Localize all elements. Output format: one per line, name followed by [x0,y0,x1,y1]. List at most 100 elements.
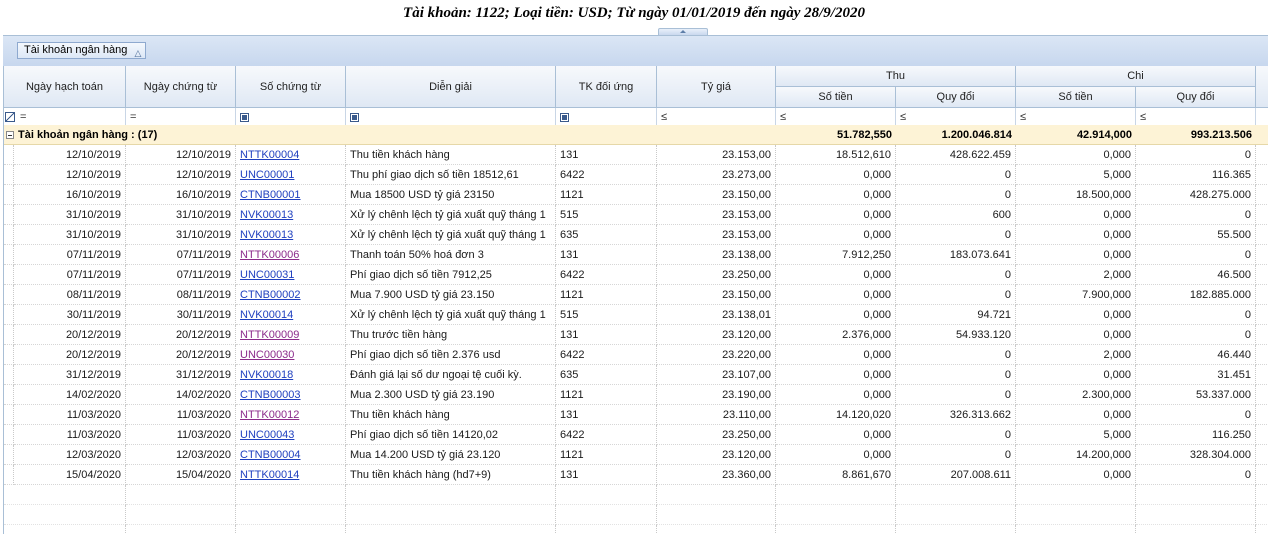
collapse-group-icon[interactable] [6,131,14,139]
cell-so-chung-tu-link[interactable]: NTTK00004 [236,145,346,165]
cell-tk-doi-ung: 1121 [556,185,657,205]
col-header-thu-quy-doi[interactable]: Quy đổi [896,87,1016,108]
col-header-ngay-chung-tu[interactable]: Ngày chứng từ [126,66,236,108]
voucher-link[interactable]: UNC00001 [240,169,294,181]
voucher-link[interactable]: UNC00043 [240,429,294,441]
col-header-dien-giai[interactable]: Diễn giải [346,66,556,108]
col-header-chi-quy-doi[interactable]: Quy đổi [1136,87,1256,108]
cell-so-chung-tu-link[interactable]: NVK00014 [236,305,346,325]
empty-cell [236,485,346,505]
group-total-chi-quy-doi: 993.213.506 [1190,129,1252,141]
voucher-link[interactable]: NTTK00004 [240,149,299,161]
group-summary-row[interactable]: Tài khoản ngân hàng : (17) 51.782,550 1.… [4,125,1268,145]
clear-filter-icon[interactable] [5,112,15,122]
filter-operator-le[interactable]: ≤ [661,111,667,123]
filter-operator-eq[interactable]: = [130,111,136,123]
table-row[interactable]: 12/03/2020 12/03/2020 CTNB00004 Mua 14.200 … [4,445,1268,465]
cell-chi-quy-doi: 116.365 [1136,165,1256,185]
cell-dien-giai: Mua 2.300 USD tỷ giá 23.190 [346,385,556,405]
table-row[interactable]: 15/04/2020 15/04/2020 NTTK00014 Thu tiền kh… [4,465,1268,485]
voucher-link[interactable]: CTNB00002 [240,289,301,301]
filter-contains-icon[interactable] [350,113,359,122]
cell-ngay-chung-tu: 11/03/2020 [126,405,236,425]
table-row[interactable]: 14/02/2020 14/02/2020 CTNB00003 Mua 2.300 U… [4,385,1268,405]
table-row[interactable]: 11/03/2020 11/03/2020 UNC00043 Phí giao dịc… [4,425,1268,445]
cell-so-chung-tu-link[interactable]: CTNB00004 [236,445,346,465]
group-by-panel: Tài khoản ngân hàng △ [3,35,1268,66]
voucher-link[interactable]: NTTK00014 [240,469,299,481]
group-by-chip-bank-account[interactable]: Tài khoản ngân hàng △ [17,42,147,61]
cell-so-chung-tu-link[interactable]: UNC00001 [236,165,346,185]
voucher-link[interactable]: NVK00018 [240,369,293,381]
table-row[interactable]: 12/10/2019 12/10/2019 NTTK00004 Thu tiền kh… [4,145,1268,165]
cell-so-chung-tu-link[interactable]: CTNB00002 [236,285,346,305]
cell-thu-quy-doi: 0 [896,225,1016,245]
cell-so-chung-tu-link[interactable]: NVK00013 [236,225,346,245]
table-row[interactable]: 31/12/2019 31/12/2019 NVK00018 Đánh giá lại… [4,365,1268,385]
cell-so-chung-tu-link[interactable]: NVK00013 [236,205,346,225]
voucher-link[interactable]: CTNB00001 [240,189,301,201]
cell-so-chung-tu-link[interactable]: UNC00043 [236,425,346,445]
col-header-thu-so-tien[interactable]: Số tiền [776,87,896,108]
empty-cell [556,505,657,525]
collapse-arrow-icon [680,30,686,33]
col-header-ngay-hach-toan[interactable]: Ngày hạch toán [4,66,126,108]
table-row[interactable]: 07/11/2019 07/11/2019 NTTK00006 Thanh toán … [4,245,1268,265]
cell-so-chung-tu-link[interactable]: CTNB00001 [236,185,346,205]
voucher-link[interactable]: NTTK00009 [240,329,299,341]
cell-ngay-chung-tu: 31/10/2019 [126,205,236,225]
voucher-link[interactable]: NTTK00006 [240,249,299,261]
row-indent [4,425,14,445]
cell-ngay-chung-tu: 08/11/2019 [126,285,236,305]
col-header-ty-gia[interactable]: Tỷ giá [657,66,776,108]
empty-cell [1016,485,1136,505]
cell-so-chung-tu-link[interactable]: CTNB00003 [236,385,346,405]
cell-so-chung-tu-link[interactable]: NTTK00012 [236,405,346,425]
voucher-link[interactable]: NVK00013 [240,209,293,221]
voucher-link[interactable]: CTNB00004 [240,449,301,461]
col-header-chi-so-tien[interactable]: Số tiền [1016,87,1136,108]
cell-so-chung-tu-link[interactable]: UNC00031 [236,265,346,285]
cell-ty-gia: 23.250,00 [657,265,776,285]
collapse-panel-handle[interactable] [658,28,708,35]
voucher-link[interactable]: UNC00031 [240,269,294,281]
cell-so-chung-tu-link[interactable]: UNC00030 [236,345,346,365]
cell-tk-doi-ung: 635 [556,365,657,385]
voucher-link[interactable]: NTTK00012 [240,409,299,421]
table-row[interactable]: 07/11/2019 07/11/2019 UNC00031 Phí giao dịc… [4,265,1268,285]
table-row[interactable]: 11/03/2020 11/03/2020 NTTK00012 Thu tiền kh… [4,405,1268,425]
voucher-link[interactable]: UNC00030 [240,349,294,361]
cell-chi-so-tien: 0,000 [1016,365,1136,385]
table-row[interactable]: 31/10/2019 31/10/2019 NVK00013 Xử lý chênh … [4,205,1268,225]
col-header-so-chung-tu[interactable]: Số chứng từ [236,66,346,108]
table-row[interactable]: 12/10/2019 12/10/2019 UNC00001 Thu phí giao… [4,165,1268,185]
filter-operator-le[interactable]: ≤ [1140,111,1146,123]
filter-operator-eq[interactable]: = [20,111,26,123]
cell-thu-so-tien: 0,000 [776,265,896,285]
voucher-link[interactable]: NVK00014 [240,309,293,321]
filter-contains-icon[interactable] [560,113,569,122]
cell-so-chung-tu-link[interactable]: NTTK00009 [236,325,346,345]
cell-so-chung-tu-link[interactable]: NVK00018 [236,365,346,385]
table-row[interactable]: 20/12/2019 20/12/2019 NTTK00009 Thu trước t… [4,325,1268,345]
empty-cell [657,505,776,525]
filter-operator-le[interactable]: ≤ [1020,111,1026,123]
empty-cell [346,525,556,534]
cell-thu-so-tien: 0,000 [776,365,896,385]
table-row[interactable]: 08/11/2019 08/11/2019 CTNB00002 Mua 7.900 U… [4,285,1268,305]
sort-ascending-icon[interactable]: △ [134,46,141,61]
table-row[interactable]: 16/10/2019 16/10/2019 CTNB00001 Mua 18500 U… [4,185,1268,205]
table-row[interactable]: 20/12/2019 20/12/2019 UNC00030 Phí giao dịc… [4,345,1268,365]
col-header-tk-doi-ung[interactable]: TK đối ứng [556,66,657,108]
voucher-link[interactable]: NVK00013 [240,229,293,241]
cell-ty-gia: 23.190,00 [657,385,776,405]
table-row[interactable]: 30/11/2019 30/11/2019 NVK00014 Xử lý chênh … [4,305,1268,325]
filter-contains-icon[interactable] [240,113,249,122]
filter-operator-le[interactable]: ≤ [780,111,786,123]
table-row[interactable]: 31/10/2019 31/10/2019 NVK00013 Xử lý chênh … [4,225,1268,245]
voucher-link[interactable]: CTNB00003 [240,389,301,401]
filter-operator-le[interactable]: ≤ [900,111,906,123]
cell-so-chung-tu-link[interactable]: NTTK00006 [236,245,346,265]
cell-so-chung-tu-link[interactable]: NTTK00014 [236,465,346,485]
cell-ngay-chung-tu: 15/04/2020 [126,465,236,485]
